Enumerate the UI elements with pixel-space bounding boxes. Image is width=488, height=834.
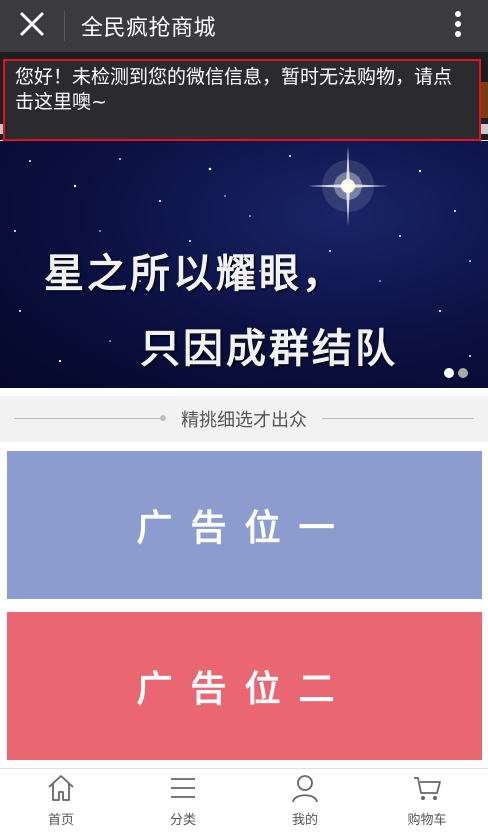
ad-slot-label: 广告位二 [136,669,353,710]
title-bar: 全民疯抢商城 [0,0,488,52]
section-line-left [14,418,164,419]
tab-home[interactable]: 首页 [0,769,122,834]
more-vertical-icon [454,10,462,42]
tab-cart[interactable]: 购物车 [366,769,488,834]
wechat-login-notice[interactable]: 您好！未检测到您的微信信息，暂时无法购物，请点击这里噢~ [3,59,481,141]
banner-text-line2: 只因成群结队 [140,326,398,372]
section-title: 精挑细选才出众 [175,406,313,432]
tab-label: 我的 [291,813,318,828]
section-dot [160,415,166,421]
carousel-indicators [444,368,468,378]
tab-label: 分类 [169,813,196,828]
user-icon [290,773,320,807]
tab-category[interactable]: 分类 [122,769,244,834]
banner-text-line1: 星之所以耀眼， [44,251,345,297]
tab-mine[interactable]: 我的 [244,769,366,834]
cart-icon [412,773,442,807]
ad-slot-label: 广告位一 [136,508,353,549]
banner-carousel[interactable]: 星之所以耀眼， 只因成群结队 [0,141,488,388]
page-title: 全民疯抢商城 [81,16,217,41]
ad-slot-one[interactable]: 广告位一 [7,451,482,599]
home-icon [46,773,76,807]
section-header: 精挑细选才出众 [0,396,488,442]
close-button[interactable] [0,0,64,52]
section-line-right [322,418,474,419]
bottom-tab-bar: 首页 分类 我的 购物车 [0,768,488,834]
carousel-dot[interactable] [458,368,468,378]
carousel-dot[interactable] [444,368,454,378]
more-options-button[interactable] [428,0,488,52]
ad-slot-two[interactable]: 广告位二 [7,612,482,760]
list-icon [168,773,198,807]
tab-label: 购物车 [407,813,447,828]
tab-label: 首页 [47,813,74,828]
close-icon [19,11,45,41]
